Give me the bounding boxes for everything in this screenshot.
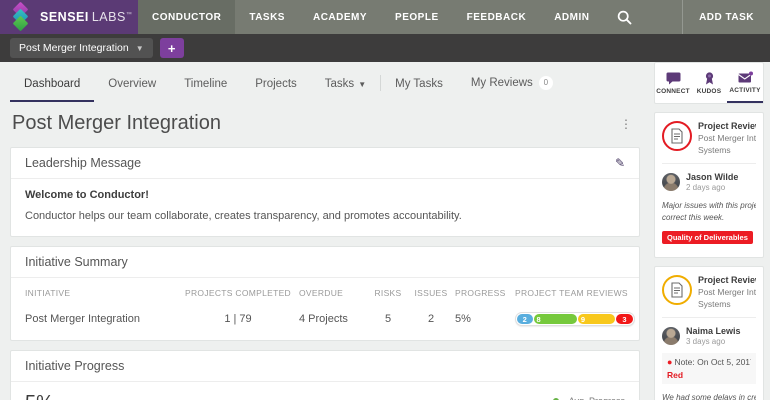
top-nav: SENSEI LABS™ CONDUCTOR TASKS ACADEMY PEOP…	[0, 0, 770, 34]
avatar[interactable]	[662, 173, 680, 191]
author-name[interactable]: Naima Lewis	[686, 326, 741, 336]
sidebar-tabs: CONNECT KUDOS ACTIVITY	[654, 62, 764, 104]
review-comment: We had some delays in creating t	[662, 393, 756, 400]
cell-progress: 5%	[455, 313, 471, 325]
initiative-summary-card: Initiative Summary INITIATIVE PROJECTS C…	[10, 246, 640, 341]
tab-tasks[interactable]: Tasks ▼	[311, 78, 380, 102]
reviews-red-segment: 3	[615, 314, 633, 324]
quality-of-deliverables-badge: Quality of Deliverables	[662, 231, 753, 244]
review-document-icon	[662, 121, 692, 151]
author-timestamp: 2 days ago	[686, 183, 726, 192]
col-overdue: OVERDUE	[299, 288, 344, 298]
avatar[interactable]	[662, 327, 680, 345]
reviews-yellow-segment: 9	[577, 314, 615, 324]
tab-my-reviews[interactable]: My Reviews 0	[457, 76, 567, 102]
author-name[interactable]: Jason Wilde	[686, 172, 738, 182]
reviews-blue-segment: 2	[517, 314, 533, 324]
sidebar-tab-activity[interactable]: ACTIVITY	[727, 63, 763, 103]
initiative-progress-value: 5%	[25, 392, 548, 400]
my-reviews-count-badge: 0	[538, 76, 553, 90]
nav-item-admin[interactable]: ADMIN	[540, 0, 603, 34]
context-bar: Post Merger Integration ▼ +	[0, 34, 770, 62]
review-title: Project Review: Yellow	[698, 275, 756, 285]
summary-table-row[interactable]: Post Merger Integration 1 | 79 4 Project…	[11, 302, 639, 340]
activity-sidebar: CONNECT KUDOS ACTIVITY Project Review: R…	[654, 62, 764, 400]
leadership-body-text: Conductor helps our team collaborate, cr…	[25, 210, 462, 222]
review-subtitle-line1: Post Merger Integration	[698, 287, 756, 297]
search-button[interactable]	[603, 0, 646, 34]
review-document-icon	[662, 275, 692, 305]
review-subtitle-line1: Post Merger Integration	[698, 133, 756, 143]
initiative-summary-title: Initiative Summary	[25, 255, 128, 269]
sidebar-tab-kudos[interactable]: KUDOS	[691, 63, 727, 103]
page-title: Post Merger Integration	[12, 112, 221, 134]
divider	[662, 163, 756, 164]
col-project-team-reviews: PROJECT TEAM REVIEWS	[515, 288, 628, 298]
envelope-notification-icon	[737, 71, 753, 82]
add-task-button[interactable]: ADD TASK	[683, 0, 770, 34]
activity-item-yellow-review[interactable]: Project Review: Yellow Post Merger Integ…	[654, 266, 764, 400]
cell-projects-completed: 1 | 79	[224, 313, 252, 325]
review-subtitle-line2: Systems	[698, 145, 731, 155]
search-icon	[618, 10, 632, 24]
divider	[662, 317, 756, 318]
nav-item-conductor[interactable]: CONDUCTOR	[138, 0, 236, 34]
avg-progress-legend: Avg. Progress	[548, 396, 625, 400]
leadership-message-card: Leadership Message ✎ Welcome to Conducto…	[10, 147, 640, 237]
review-subtitle-line2: Systems	[698, 299, 731, 309]
sidebar-tab-connect[interactable]: CONNECT	[655, 63, 691, 103]
medal-icon	[705, 71, 713, 84]
speech-bubble-icon	[666, 72, 680, 84]
chevron-down-icon: ▼	[358, 80, 367, 89]
activity-item-red-review[interactable]: Project Review: Red Post Merger Integrat…	[654, 112, 764, 258]
cell-overdue[interactable]: 4 Projects	[299, 313, 369, 325]
initiative-selector-label: Post Merger Integration	[19, 42, 129, 54]
review-title: Project Review: Red	[698, 121, 756, 131]
initiative-progress-title: Initiative Progress	[25, 359, 125, 373]
col-issues: ISSUES	[414, 288, 448, 298]
brand-name: SENSEI LABS™	[40, 10, 133, 24]
leadership-message-title: Leadership Message	[25, 156, 142, 170]
author-timestamp: 3 days ago	[686, 337, 726, 346]
nav-item-feedback[interactable]: FEEDBACK	[453, 0, 541, 34]
col-initiative: INITIATIVE	[25, 288, 71, 298]
page-tabs: Dashboard Overview Timeline Projects Tas…	[0, 62, 650, 102]
chevron-down-icon: ▼	[135, 43, 144, 53]
red-dot-icon: ●	[667, 357, 673, 367]
tab-timeline[interactable]: Timeline	[170, 78, 241, 102]
edit-pencil-icon[interactable]: ✎	[615, 156, 625, 170]
sensei-labs-logo-icon	[9, 1, 33, 32]
initiative-progress-card: Initiative Progress 5% Avg. Progress	[10, 350, 640, 400]
summary-table-header: INITIATIVE PROJECTS COMPLETED OVERDUE RI…	[11, 278, 639, 302]
nav-item-academy[interactable]: ACADEMY	[299, 0, 381, 34]
add-initiative-button[interactable]: +	[159, 38, 184, 58]
tab-my-tasks[interactable]: My Tasks	[381, 78, 457, 102]
brand-logo[interactable]: SENSEI LABS™	[0, 0, 138, 34]
initiative-selector[interactable]: Post Merger Integration ▼	[10, 38, 153, 58]
kebab-menu-icon[interactable]: ⋮	[620, 118, 632, 130]
note-status: Red	[667, 370, 684, 380]
tab-dashboard[interactable]: Dashboard	[10, 78, 95, 102]
cell-risks: 5	[384, 313, 392, 325]
tab-overview[interactable]: Overview	[94, 78, 170, 102]
nav-item-people[interactable]: PEOPLE	[381, 0, 453, 34]
review-note: ●Note: On Oct 5, 2017, Jason Wil Red	[662, 353, 756, 384]
col-progress: PROGRESS	[455, 288, 506, 298]
tab-projects[interactable]: Projects	[241, 78, 311, 102]
cell-issues: 2	[427, 313, 435, 325]
main-content: Dashboard Overview Timeline Projects Tas…	[0, 62, 650, 400]
col-projects-completed: PROJECTS COMPLETED	[185, 288, 291, 298]
review-comment: Major issues with this project. Le corre…	[662, 201, 756, 222]
cell-initiative: Post Merger Integration	[25, 313, 140, 325]
col-risks: RISKS	[374, 288, 402, 298]
leadership-heading: Welcome to Conductor!	[25, 189, 149, 201]
reviews-green-segment: 8	[533, 314, 577, 324]
nav-item-tasks[interactable]: TASKS	[235, 0, 299, 34]
project-team-reviews-bar[interactable]: 2 8 9 3	[515, 312, 635, 326]
